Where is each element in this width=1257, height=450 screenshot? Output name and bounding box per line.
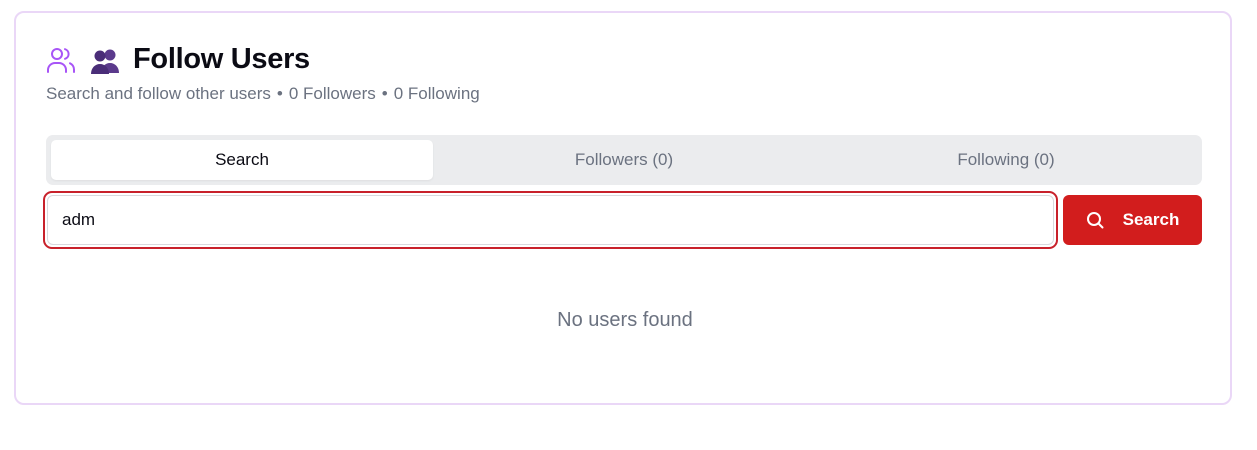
search-button-label: Search bbox=[1122, 210, 1180, 229]
search-input[interactable] bbox=[47, 195, 1054, 245]
empty-results-message: No users found bbox=[557, 309, 693, 331]
tab-search[interactable]: Search bbox=[51, 140, 433, 180]
page-subtitle: Search and follow other users • 0 Follower… bbox=[46, 84, 480, 104]
busts-in-silhouette-icon bbox=[89, 45, 121, 75]
follow-users-card: Follow Users Search and follow other use… bbox=[14, 11, 1232, 405]
page-title: Follow Users bbox=[133, 43, 310, 75]
tab-list: Search Followers (0) Following (0) bbox=[46, 135, 1202, 185]
subtitle-separator: • bbox=[381, 84, 388, 103]
search-icon bbox=[1086, 211, 1104, 229]
following-count: 0 Following bbox=[393, 84, 480, 103]
subtitle-separator: • bbox=[276, 84, 283, 103]
search-button[interactable]: Search bbox=[1063, 195, 1202, 245]
users-icon bbox=[46, 45, 76, 75]
followers-count: 0 Followers bbox=[288, 84, 376, 103]
tab-following[interactable]: Following (0) bbox=[815, 140, 1197, 180]
tab-followers[interactable]: Followers (0) bbox=[433, 140, 815, 180]
search-input-focus-ring bbox=[43, 191, 1058, 249]
card-header: Follow Users bbox=[46, 43, 310, 76]
subtitle-description: Search and follow other users bbox=[46, 84, 271, 103]
